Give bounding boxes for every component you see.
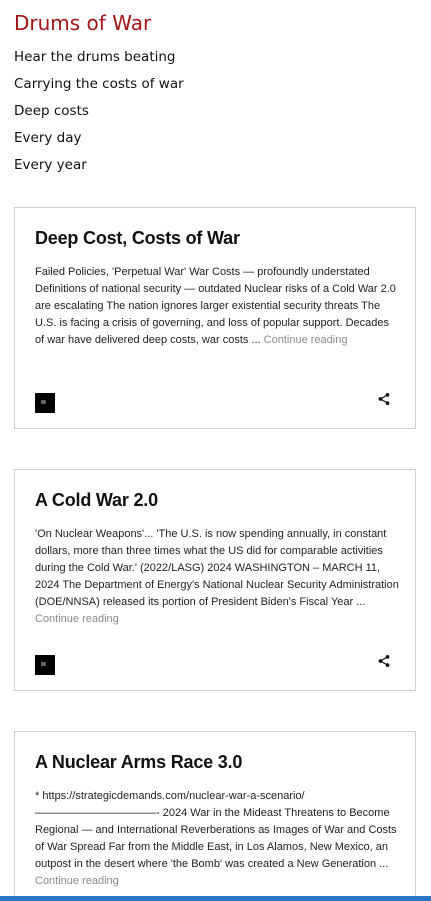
continue-reading-link[interactable]: Continue reading [35,875,119,887]
tagline-line: Hear the drums beating [14,49,176,65]
tagline-line: Every day [14,130,82,146]
tagline-line: Deep costs [14,103,89,119]
tagline-line: Every year [14,157,87,173]
post-excerpt: Failed Policies, 'Perpetual War' War Cos… [35,264,401,349]
post-title[interactable]: A Cold War 2.0 [35,490,158,511]
site-title[interactable]: Drums of War [14,10,414,36]
continue-reading-link[interactable]: Continue reading [264,334,348,346]
post-excerpt-text: 'On Nuclear Weapons'... 'The U.S. is now… [35,528,399,608]
tagline-line: Carrying the costs of war [14,76,184,92]
post-card: A Cold War 2.0 'On Nuclear Weapons'... '… [14,469,416,691]
post-excerpt-text: * https://strategicdemands.com/nuclear-w… [35,790,397,870]
post-title[interactable]: A Nuclear Arms Race 3.0 [35,752,242,773]
post-card: Deep Cost, Costs of War Failed Policies,… [14,207,416,429]
taskbar-edge [0,896,431,901]
site-header: Drums of War Hear the drums beating Carr… [14,10,414,179]
author-avatar[interactable] [35,393,55,413]
post-excerpt: 'On Nuclear Weapons'... 'The U.S. is now… [35,526,401,628]
share-icon[interactable] [377,654,391,668]
share-icon[interactable] [377,392,391,406]
post-excerpt: * https://strategicdemands.com/nuclear-w… [35,788,401,890]
post-title[interactable]: Deep Cost, Costs of War [35,228,240,249]
post-card: A Nuclear Arms Race 3.0 * https://strate… [14,731,416,901]
continue-reading-link[interactable]: Continue reading [35,613,119,625]
author-avatar[interactable] [35,655,55,675]
